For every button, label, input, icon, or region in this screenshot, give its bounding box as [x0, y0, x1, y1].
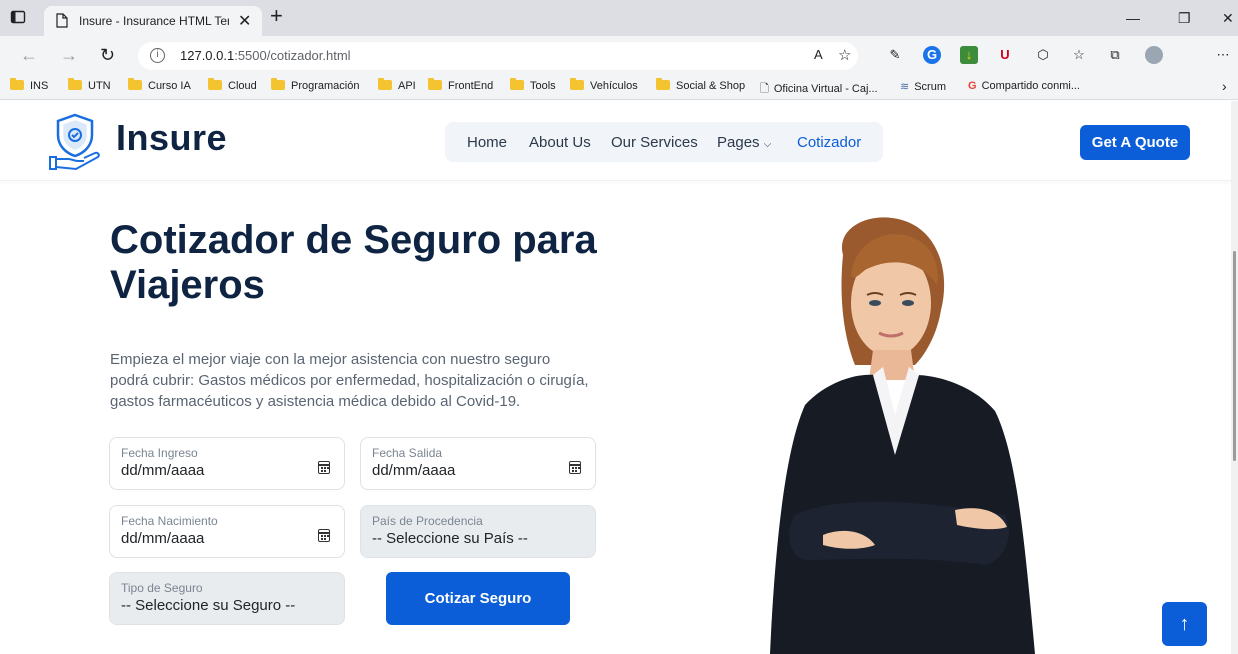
bookmark-folder-ins[interactable]: INS — [10, 78, 48, 92]
nav-pages[interactable]: Pages ⌵ — [717, 134, 771, 151]
fecha-nacimiento-value: dd/mm/aaaa — [121, 530, 205, 547]
nav-home[interactable]: Home — [467, 134, 507, 151]
bookmark-folder-tools[interactable]: Tools — [510, 78, 556, 92]
bookmark-folder-api[interactable]: API — [378, 78, 416, 92]
bookmark-compartido[interactable]: G Compartido conmi... — [968, 80, 1080, 92]
page-icon — [56, 13, 68, 28]
google-icon: G — [968, 80, 977, 92]
page-icon: 🗋 — [760, 83, 769, 95]
arrow-up-icon: ↑ — [1179, 613, 1190, 635]
tab-title: Insure - Insurance HTML Templat — [79, 14, 229, 28]
nav-our-services[interactable]: Our Services — [611, 134, 698, 151]
extension-g-icon[interactable]: G — [923, 46, 941, 64]
pais-select[interactable]: País de Procedencia -- Seleccione su Paí… — [360, 505, 596, 558]
bookmarks-bar: INS UTN Curso IA Cloud Programación API … — [0, 76, 1238, 100]
page-title: Cotizador de Seguro para Viajeros — [110, 218, 597, 307]
folder-icon — [428, 78, 442, 90]
back-to-top-button[interactable]: ↑ — [1162, 602, 1207, 646]
fecha-salida-value: dd/mm/aaaa — [372, 462, 456, 479]
bookmark-folder-utn[interactable]: UTN — [68, 78, 111, 92]
bookmark-scrum[interactable]: ≋ Scrum — [900, 80, 946, 93]
fecha-salida-field[interactable]: Fecha Salida dd/mm/aaaa — [360, 437, 596, 490]
url-text: 127.0.0.1:5500/cotizador.html — [180, 48, 351, 63]
nav-pages-label: Pages — [717, 134, 760, 151]
folder-icon — [378, 78, 392, 90]
read-aloud-icon[interactable]: A — [814, 47, 823, 62]
bookmark-folder-programacion[interactable]: Programación — [271, 78, 359, 92]
get-a-quote-button[interactable]: Get A Quote — [1080, 125, 1190, 160]
scrollbar-thumb[interactable] — [1233, 251, 1236, 461]
scrum-icon: ≋ — [900, 81, 910, 93]
folder-icon — [128, 78, 142, 90]
bookmark-oficina-virtual[interactable]: 🗋 Oficina Virtual - Caj... — [760, 80, 878, 99]
favorite-icon[interactable]: ☆ — [838, 46, 851, 64]
fecha-nacimiento-field[interactable]: Fecha Nacimiento dd/mm/aaaa — [109, 505, 345, 558]
hero-description: Empieza el mejor viaje con la mejor asis… — [110, 351, 589, 410]
window-close-button[interactable]: ✕ — [1222, 10, 1234, 27]
businesswoman-image — [770, 217, 1035, 654]
calendar-icon[interactable] — [318, 529, 330, 542]
browser-tab[interactable]: Insure - Insurance HTML Templat ✕ — [44, 6, 262, 36]
nav-about-us[interactable]: About Us — [529, 134, 591, 151]
profile-avatar[interactable] — [1145, 46, 1163, 64]
tipo-seguro-label: Tipo de Seguro — [121, 581, 203, 595]
fecha-nacimiento-label: Fecha Nacimiento — [121, 514, 218, 528]
nav-cotizador[interactable]: Cotizador — [797, 134, 861, 151]
address-bar[interactable]: i 127.0.0.1:5500/cotizador.html A ☆ — [138, 42, 858, 70]
calendar-icon[interactable] — [569, 461, 581, 474]
more-bookmarks-chevron-icon[interactable]: › — [1222, 78, 1227, 94]
extensions-icon[interactable]: ⬡ — [1034, 46, 1052, 64]
browser-toolbar: ← → ↻ i 127.0.0.1:5500/cotizador.html A … — [0, 36, 1238, 76]
bookmark-folder-frontend[interactable]: FrontEnd — [428, 78, 493, 92]
bookmark-folder-vehiculos[interactable]: Vehículos — [570, 78, 638, 92]
fecha-salida-label: Fecha Salida — [372, 446, 443, 460]
browser-tab-bar: Insure - Insurance HTML Templat ✕ + — ❐ … — [0, 0, 1238, 36]
folder-icon — [10, 78, 24, 90]
page-scrollbar[interactable] — [1231, 101, 1238, 654]
fecha-ingreso-value: dd/mm/aaaa — [121, 462, 205, 479]
bookmark-folder-cloud[interactable]: Cloud — [208, 78, 257, 92]
minimize-button[interactable]: — — [1126, 10, 1140, 26]
calendar-icon[interactable] — [318, 461, 330, 474]
logo-text[interactable]: Insure — [116, 117, 227, 159]
favorites-icon[interactable]: ☆ — [1070, 46, 1088, 64]
folder-icon — [271, 78, 285, 90]
forward-icon[interactable]: → — [60, 45, 78, 66]
tipo-seguro-value: -- Seleccione su Seguro -- — [121, 597, 296, 614]
main-nav: Home About Us Our Services Pages ⌵ Cotiz… — [445, 122, 883, 162]
restore-button[interactable]: ❐ — [1178, 10, 1191, 27]
folder-icon — [510, 78, 524, 90]
new-tab-button[interactable]: + — [270, 3, 283, 29]
folder-icon — [68, 78, 82, 90]
download-extension-icon[interactable]: ↓ — [960, 46, 978, 64]
tipo-seguro-select[interactable]: Tipo de Seguro -- Seleccione su Seguro -… — [109, 572, 345, 625]
site-header: Insure Home About Us Our Services Pages … — [0, 101, 1238, 181]
bookmark-folder-social-shop[interactable]: Social & Shop — [656, 78, 745, 92]
collections-icon[interactable]: ⧉ — [1106, 46, 1124, 64]
reload-icon[interactable]: ↻ — [100, 45, 115, 66]
shield-extension-icon[interactable]: U — [996, 46, 1014, 64]
tab-close-icon[interactable]: ✕ — [238, 11, 251, 31]
tab-actions-icon[interactable] — [10, 9, 26, 25]
chevron-down-icon: ⌵ — [763, 139, 772, 150]
menu-icon[interactable]: ⋯ — [1214, 46, 1232, 64]
back-icon[interactable]: ← — [20, 45, 38, 66]
folder-icon — [656, 78, 670, 90]
bookmark-folder-curso-ia[interactable]: Curso IA — [128, 78, 191, 92]
site-info-icon[interactable]: i — [150, 48, 165, 63]
fecha-ingreso-field[interactable]: Fecha Ingreso dd/mm/aaaa — [109, 437, 345, 490]
pais-label: País de Procedencia — [372, 514, 483, 528]
folder-icon — [570, 78, 584, 90]
shield-hand-logo-icon[interactable] — [48, 113, 102, 171]
pais-value: -- Seleccione su País -- — [372, 530, 528, 547]
cotizar-seguro-button[interactable]: Cotizar Seguro — [386, 572, 570, 625]
eyedropper-icon[interactable]: ✎ — [886, 46, 904, 64]
folder-icon — [208, 78, 222, 90]
fecha-ingreso-label: Fecha Ingreso — [121, 446, 198, 460]
